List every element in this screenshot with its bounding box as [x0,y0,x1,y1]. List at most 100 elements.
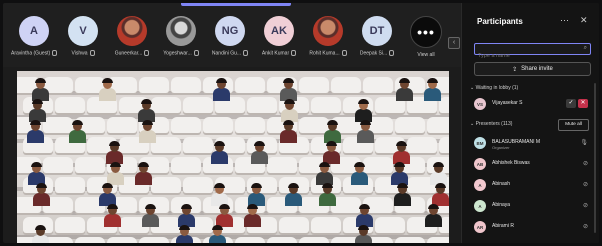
participant-row[interactable]: AR Abirami R ⊘ [470,219,594,235]
search-input[interactable] [475,51,581,61]
seat [331,77,361,93]
seat [375,217,405,233]
mic-icon[interactable]: 🎙 [580,139,588,146]
participant-name: Guneerkar... [109,50,155,56]
participant-name: Vishwa [60,50,106,56]
attendee [99,78,116,101]
participant-tile[interactable]: AK Ankit Kumar [256,16,302,56]
attendee [28,162,45,185]
active-indicator [181,3,291,6]
seat [139,237,169,243]
mic-off-icon[interactable]: ⊘ [583,223,588,230]
participant-tile[interactable]: Rohit Kuma... [305,16,351,56]
participant-tile[interactable]: ••• View all [403,16,449,58]
participant-search[interactable]: ⌕ [474,43,591,61]
mic-off-icon [243,50,249,56]
seat [363,157,393,173]
avatar [166,16,196,46]
participant-row[interactable]: A Abinaya ⊘ [470,198,594,214]
attendee [355,225,372,243]
seat [203,117,233,133]
attendee [106,141,123,164]
participant-name: Abinash [492,181,511,187]
participant-row[interactable]: A Abinash ⊘ [470,177,594,193]
seat [363,77,393,93]
participant-tile[interactable]: DT Deepak Si... [354,16,400,56]
attendee [393,141,410,164]
attendee [33,183,50,206]
seat [107,117,137,133]
attendee [107,162,124,185]
seat [427,237,449,243]
seat [311,217,341,233]
participant-tile[interactable]: Yogeshwar... [158,16,204,56]
attendee [323,141,340,164]
deny-icon[interactable]: ✕ [578,99,588,108]
mute-all-button[interactable]: Mute all [558,119,589,131]
avatar: AB [474,158,486,170]
attendee [244,204,261,227]
mic-off-icon[interactable]: ⊘ [583,181,588,188]
participant-tile[interactable]: V Vishwa [60,16,106,56]
attendee [281,99,298,122]
seat [267,237,297,243]
participant-name: Abhishek Biswas [492,160,530,166]
participant-name: Deepak Si... [354,50,400,56]
seat [235,117,265,133]
search-icon: ⌕ [583,45,587,51]
close-icon[interactable]: ✕ [580,15,588,26]
attendee [251,141,268,164]
participant-tile[interactable]: Guneerkar... [109,16,155,56]
seat [183,97,213,113]
seat [235,77,265,93]
attendee [356,204,373,227]
attendee [394,183,411,206]
seat [75,237,105,243]
attendee [351,162,368,185]
mic-off-icon[interactable]: ⊘ [583,160,588,167]
participant-tile[interactable]: NG Nandini Gu... [207,16,253,56]
attendee [285,183,302,206]
seat [299,77,329,93]
mic-off-icon[interactable]: ⊘ [583,202,588,209]
seat [427,117,449,133]
attendee [178,204,195,227]
attendee [391,162,408,185]
mic-off-icon [193,50,199,56]
avatar: A [19,16,49,46]
attendee [138,99,155,122]
mic-off-icon [89,50,95,56]
seat [75,157,105,173]
participant-row[interactable]: BM BALASUBRAMANI M Organizer 🎙 [470,135,594,151]
participant-name: Yogeshwar... [158,50,204,56]
attendee [319,183,336,206]
attendee [425,204,442,227]
participant-tile[interactable]: A Aravintha (Guest) [11,16,57,56]
attendee [424,78,441,101]
classroom-video [17,71,449,243]
scrollbar[interactable] [594,83,596,233]
avatar [117,16,147,46]
panel-title: Participants [477,17,523,26]
attendee [316,162,333,185]
collapse-panel-icon[interactable]: ‹ [448,37,460,49]
chevron-down-icon: ⌄ [470,85,475,91]
lobby-section-header[interactable]: ⌄ Waiting in lobby (1) [470,85,518,91]
attendee [142,204,159,227]
avatar [313,16,343,46]
attendee [432,183,449,206]
participant-row[interactable]: AB Abhishek Biswas ⊘ [470,156,594,172]
seat [183,177,213,193]
avatar: BM [474,137,486,149]
mic-off-icon [144,50,150,56]
attendee [396,78,413,101]
participant-name: Rohit Kuma... [305,50,351,56]
attendee [99,183,116,206]
share-invite-button[interactable]: ⇪ Share invite [474,62,591,76]
presenters-section-header[interactable]: ⌄ Presenters (113) [470,121,512,127]
avatar: ••• [410,16,442,48]
seat [151,97,181,113]
admit-icon[interactable]: ✓ [566,99,576,108]
more-options-icon[interactable]: ⋯ [560,15,569,26]
attendee [104,204,121,227]
